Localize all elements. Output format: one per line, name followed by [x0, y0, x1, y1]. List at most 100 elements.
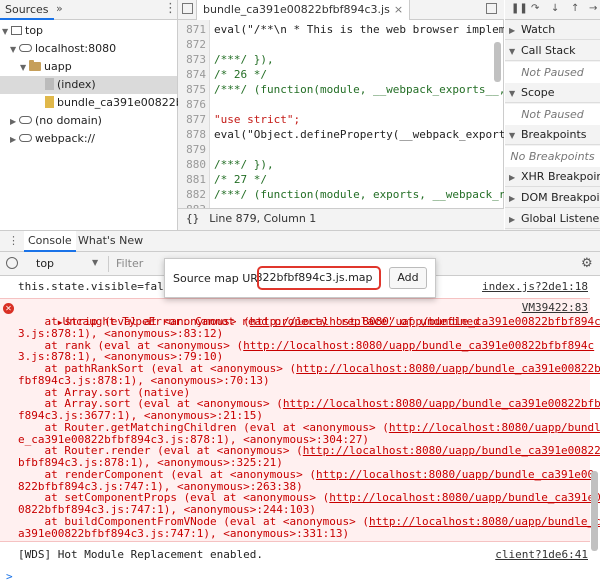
stack-frame-link[interactable]: http://localhost:8080/uapp/bundle_ca391e… — [303, 444, 600, 457]
source-map-url-value: ca391e00822bfbf894c3.js.map — [259, 271, 373, 284]
line-number[interactable]: 875 — [178, 82, 206, 97]
frame-icon — [11, 25, 22, 35]
cursor-position: Line 879, Column 1 — [209, 212, 317, 225]
editor-file-tab[interactable]: bundle_ca391e00822bfbf894c3.js × — [196, 0, 411, 20]
folder-icon — [29, 59, 41, 71]
log-source-link[interactable]: client?1de6:41 — [495, 548, 588, 561]
kebab-menu-icon[interactable]: ⋮ — [164, 1, 177, 16]
editor-vertical-scrollbar[interactable] — [494, 42, 501, 82]
chevron-right-icon: ▶ — [10, 135, 17, 144]
line-number[interactable]: 882 — [178, 187, 206, 202]
section-label: Call Stack — [521, 44, 576, 57]
source-map-url-input[interactable]: ca391e00822bfbf894c3.js.map — [257, 266, 381, 290]
section-empty-state: Not Paused — [505, 104, 600, 126]
chevron-down-icon[interactable]: ▼ — [92, 258, 98, 267]
chevron-right-icon: ▶ — [509, 173, 516, 182]
tab-console[interactable]: Console — [24, 231, 76, 252]
debugger-section-breakpoints[interactable]: ▼ Breakpoints — [505, 125, 600, 145]
stack-frame-line: a391e00822bfbf894c3.js:747:1), <anonymou… — [18, 527, 349, 541]
code-line: /***/ }), — [214, 158, 274, 171]
drawer-menu-icon[interactable]: ⋮ — [8, 234, 19, 247]
log-source-link[interactable]: index.js?2de1:18 — [482, 280, 588, 293]
error-message: ✕ ▶Uncaught TypeError: Cannot read prope… — [0, 298, 600, 542]
step-icon[interactable]: → — [589, 3, 597, 14]
toggle-navigator-icon[interactable] — [182, 3, 193, 14]
js-file-icon — [45, 96, 54, 108]
code-line: /***/ }), — [214, 53, 274, 66]
tree-item-localhost[interactable]: ▼ localhost:8080 — [10, 40, 116, 58]
add-source-map-button[interactable]: Add — [389, 267, 427, 289]
stack-frame-link[interactable]: http://localhost:8080/uapp/bundle_ca391e… — [329, 491, 600, 504]
console-scrollbar[interactable] — [591, 471, 598, 551]
tree-item-bundle[interactable]: bundle_ca391e00822bfbf — [45, 94, 198, 112]
line-number[interactable]: 871 — [178, 22, 206, 37]
line-number[interactable]: 878 — [178, 127, 206, 142]
section-label: Global Listeners — [521, 212, 600, 225]
tree-item-webpack[interactable]: ▶ webpack:// — [10, 130, 95, 148]
line-number[interactable]: 876 — [178, 97, 206, 112]
stack-frame-link[interactable]: http://localhost:8080/uapp/bundle_ca391e… — [296, 362, 600, 375]
close-icon[interactable]: × — [394, 3, 403, 16]
section-label: Scope — [521, 86, 555, 99]
pause-icon[interactable]: ❚❚ — [511, 3, 528, 14]
code-area[interactable]: 871 eval("/**\n * This is the web browser… — [178, 20, 504, 208]
stack-frame-link[interactable]: http://localhost:8080/uapp/bundle_ca391e… — [243, 339, 594, 352]
log-line: this.state.visible=false — [18, 280, 177, 293]
chevron-down-icon: ▼ — [2, 27, 9, 36]
line-number[interactable]: 877 — [178, 112, 206, 127]
debugger-section-global-listeners[interactable]: ▶ Global Listeners — [505, 209, 600, 229]
line-number[interactable]: 881 — [178, 172, 206, 187]
filter-input[interactable]: Filter — [116, 256, 156, 272]
tab-whats-new[interactable]: What's New — [74, 231, 147, 252]
debugger-section-watch[interactable]: ▶ Watch — [505, 20, 600, 40]
clear-console-icon[interactable] — [6, 257, 18, 269]
debugger-section-call-stack[interactable]: ▼ Call Stack — [505, 41, 600, 61]
pretty-print-icon[interactable]: {} — [186, 212, 199, 225]
stack-frame-link[interactable]: http://localhost:8080/uapp/bundle_ca391e… — [316, 468, 594, 481]
tree-item-no-domain[interactable]: ▶ (no domain) — [10, 112, 102, 130]
toggle-debugger-icon[interactable] — [486, 3, 497, 14]
tree-item-label: top — [25, 24, 44, 37]
tree-item-uapp[interactable]: ▼ uapp — [20, 58, 72, 76]
line-number[interactable]: 879 — [178, 142, 206, 157]
section-label: Breakpoints — [521, 128, 587, 141]
line-number[interactable]: 872 — [178, 37, 206, 52]
error-headline[interactable]: ▶Uncaught TypeError: Cannot read propert… — [18, 301, 480, 328]
tree-item-label: (no domain) — [35, 114, 102, 127]
debugger-toolbar: ❚❚ ↷ ↓ ↑ → — [505, 0, 600, 20]
tree-item-label: uapp — [44, 60, 72, 73]
section-label: DOM Breakpoints — [521, 191, 600, 204]
line-number[interactable]: 873 — [178, 52, 206, 67]
stack-frame-link[interactable]: http://localhost:8080/uapp/bundl — [389, 421, 600, 434]
code-line: /* 27 */ — [214, 173, 267, 186]
chevron-down-icon: ▼ — [509, 47, 516, 56]
context-selector[interactable]: top — [36, 257, 54, 270]
stack-frame-link[interactable]: http://localhost:8080/uapp/bundle_ca391e… — [250, 315, 600, 328]
line-number[interactable]: 874 — [178, 67, 206, 82]
stack-frame-link[interactable]: http://localhost:8080/uapp/bundle_ca391e… — [283, 397, 600, 410]
more-tabs-icon[interactable]: » — [56, 2, 63, 15]
tree-item-index[interactable]: (index) — [0, 76, 177, 94]
tab-sources[interactable]: Sources — [0, 0, 54, 20]
tree-item-top[interactable]: ▼ top — [2, 22, 43, 40]
step-over-icon[interactable]: ↷ — [531, 3, 539, 14]
chevron-right-icon: ▶ — [509, 215, 516, 224]
gear-icon[interactable]: ⚙ — [581, 256, 593, 271]
line-number[interactable]: 880 — [178, 157, 206, 172]
debugger-section-scope[interactable]: ▼ Scope — [505, 83, 600, 103]
chevron-down-icon: ▼ — [20, 63, 27, 72]
error-source-link[interactable]: VM39422:83 — [522, 301, 588, 314]
stack-frame-link[interactable]: http://localhost:8080/uapp/bundle_c — [369, 515, 600, 528]
stack-frame-text: a391e00822bfbf894c3.js:747:1), <anonymou… — [18, 526, 350, 540]
step-out-icon[interactable]: ↑ — [571, 3, 579, 14]
drawer-tabbar: ⋮ Console What's New — [0, 230, 600, 252]
sources-tabbar: Sources » ⋮ — [0, 0, 177, 20]
debugger-section-xhr-breakpoints[interactable]: ▶ XHR Breakpoints — [505, 167, 600, 187]
debugger-section-dom-breakpoints[interactable]: ▶ DOM Breakpoints — [505, 188, 600, 208]
log-line: [WDS] Hot Module Replacement enabled. — [18, 548, 264, 561]
chevron-down-icon: ▼ — [509, 131, 516, 140]
step-into-icon[interactable]: ↓ — [551, 3, 559, 14]
console-prompt[interactable]: > — [6, 570, 13, 583]
code-line: "use strict"; — [214, 113, 301, 126]
chevron-down-icon: ▼ — [10, 45, 17, 54]
